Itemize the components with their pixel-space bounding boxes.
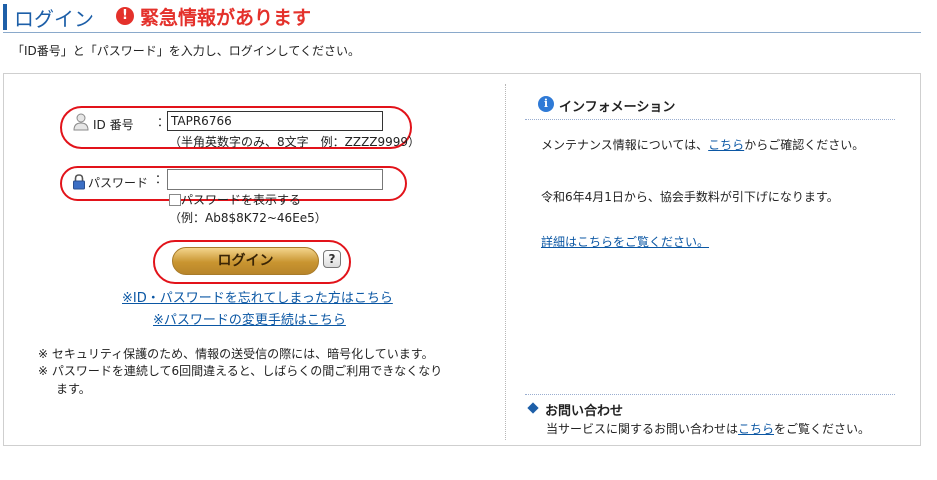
help-icon[interactable]: ? xyxy=(323,250,341,268)
contact-text: 当サービスに関するお問い合わせはこちらをご覧ください。 xyxy=(546,420,870,437)
password-label: パスワード xyxy=(88,176,149,190)
info-icon: i xyxy=(538,96,554,112)
alert-icon: ! xyxy=(116,7,134,25)
user-icon xyxy=(73,113,89,131)
lockout-note-continued: ます。 xyxy=(56,382,91,396)
page-title: ログイン xyxy=(14,7,94,31)
change-password-link[interactable]: ※パスワードの変更手続はこちら xyxy=(153,309,346,328)
id-label: ID 番号 xyxy=(93,118,134,132)
show-password-checkbox[interactable] xyxy=(169,194,181,206)
maintenance-link[interactable]: こちら xyxy=(708,138,744,152)
fee-notice: 令和6年4月1日から、協会手数料が引下げになります。 xyxy=(541,190,839,204)
contact-divider xyxy=(525,394,895,395)
info-divider xyxy=(525,119,895,120)
header-divider xyxy=(3,32,921,33)
maintenance-prefix: メンテナンス情報については、 xyxy=(541,138,709,152)
maintenance-suffix: からご確認ください。 xyxy=(744,138,865,152)
security-note: ※ セキュリティ保護のため、情報の送受信の際には、暗号化しています。 xyxy=(38,347,434,361)
lock-icon xyxy=(72,174,86,190)
id-hint: （半角英数字のみ、8文字 例：ZZZZ9999） xyxy=(169,135,421,149)
maintenance-info: メンテナンス情報については、こちらからご確認ください。 xyxy=(541,136,864,153)
contact-title: お問い合わせ xyxy=(545,404,624,419)
panel-divider xyxy=(505,84,506,440)
id-number-input[interactable]: TAPR6766 xyxy=(167,111,383,131)
contact-suffix: をご覧ください。 xyxy=(774,422,871,436)
forgot-credentials-link[interactable]: ※ID・パスワードを忘れてしまった方はこちら xyxy=(122,287,393,306)
contact-link[interactable]: こちら xyxy=(738,422,774,436)
login-button[interactable]: ログイン xyxy=(172,247,319,275)
details-link[interactable]: 詳細はこちらをご覧ください。 xyxy=(541,233,709,250)
password-input[interactable] xyxy=(167,169,383,190)
instruction-text: 「ID番号」と「パスワード」を入力し、ログインしてください。 xyxy=(12,44,361,58)
password-colon: ： xyxy=(155,172,168,186)
show-password-label[interactable]: パスワードを表示する xyxy=(181,191,301,208)
lockout-note: ※ パスワードを連続して6回間違えると、しばらくの間ご利用できなくなり xyxy=(38,364,443,378)
emergency-info-link[interactable]: 緊急情報があります xyxy=(140,3,311,30)
header-accent-bar xyxy=(3,4,7,30)
contact-prefix: 当サービスに関するお問い合わせは xyxy=(546,422,739,436)
password-example: （例：Ab8$8K72~46Ee5） xyxy=(169,211,327,225)
info-title: インフォメーション xyxy=(559,100,676,115)
